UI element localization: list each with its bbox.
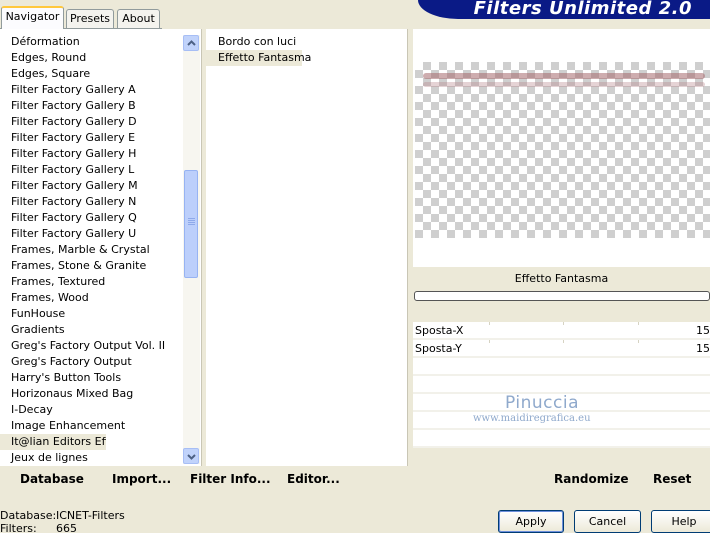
category-item[interactable]: Filter Factory Gallery H bbox=[0, 146, 182, 162]
grip-icon bbox=[188, 218, 195, 225]
param-tick bbox=[638, 340, 639, 343]
current-filter-name: Effetto Fantasma bbox=[514, 272, 609, 285]
category-item[interactable]: Filter Factory Gallery Q bbox=[0, 210, 182, 226]
tab-about[interactable]: About bbox=[117, 9, 160, 28]
category-item[interactable]: Greg's Factory Output Vol. II bbox=[0, 338, 182, 354]
import-button[interactable]: Import... bbox=[112, 472, 171, 486]
category-item[interactable]: Harry's Button Tools bbox=[0, 370, 182, 386]
status-database-value: ICNET-Filters bbox=[56, 509, 125, 522]
cancel-button[interactable]: Cancel bbox=[574, 510, 641, 533]
category-item[interactable]: Gradients bbox=[0, 322, 182, 338]
status-filters: Filters: 665 bbox=[0, 522, 77, 533]
category-item[interactable]: Filter Factory Gallery E bbox=[0, 130, 182, 146]
watermark-url: www.maidiregrafica.eu bbox=[473, 413, 591, 424]
category-item[interactable]: Image Enhancement bbox=[0, 418, 182, 434]
category-item[interactable]: Filter Factory Gallery B bbox=[0, 98, 182, 114]
category-scrollbar[interactable] bbox=[183, 35, 200, 464]
randomize-button[interactable]: Randomize bbox=[554, 472, 628, 486]
database-button[interactable]: Database bbox=[20, 472, 84, 486]
category-list: Déformation Edges, Round Edges, Square Filt… bbox=[0, 34, 182, 466]
param-tick bbox=[489, 322, 490, 325]
category-item[interactable]: Frames, Marble & Crystal bbox=[0, 242, 182, 258]
status-database: Database: ICNET-Filters bbox=[0, 509, 125, 522]
status-database-label: Database: bbox=[0, 509, 57, 522]
filter-panel: Bordo con luci Effetto Fantasma bbox=[206, 29, 408, 466]
chevron-up-icon bbox=[187, 40, 196, 46]
help-button[interactable]: Help bbox=[651, 510, 710, 533]
title-banner: Filters Unlimited 2.0 bbox=[418, 0, 710, 19]
category-item[interactable]: Edges, Square bbox=[0, 66, 182, 82]
category-item[interactable]: Horizonaus Mixed Bag bbox=[0, 386, 182, 402]
filter-list: Bordo con luci Effetto Fantasma bbox=[206, 34, 311, 66]
filter-info-button[interactable]: Filter Info... bbox=[190, 472, 271, 486]
filter-item[interactable]: Effetto Fantasma bbox=[206, 50, 311, 66]
tab-navigator[interactable]: Navigator bbox=[1, 6, 64, 29]
param-tick bbox=[563, 340, 564, 343]
apply-button[interactable]: Apply bbox=[498, 510, 564, 533]
param-row-empty bbox=[413, 376, 710, 394]
app-title: Filters Unlimited 2.0 bbox=[473, 0, 692, 19]
category-item[interactable]: Filter Factory Gallery L bbox=[0, 162, 182, 178]
preview-area bbox=[413, 29, 710, 267]
scroll-down-button[interactable] bbox=[183, 448, 199, 464]
category-item[interactable]: FunHouse bbox=[0, 306, 182, 322]
category-item[interactable]: Filter Factory Gallery N bbox=[0, 194, 182, 210]
category-item[interactable]: Frames, Wood bbox=[0, 290, 182, 306]
category-item[interactable]: It@lian Editors Effect bbox=[0, 434, 106, 450]
tab-presets[interactable]: Presets bbox=[66, 9, 114, 28]
chevron-down-icon bbox=[187, 454, 196, 460]
status-filters-label: Filters: bbox=[0, 522, 37, 533]
category-item[interactable]: Filter Factory Gallery A bbox=[0, 82, 182, 98]
scroll-thumb[interactable] bbox=[184, 170, 198, 278]
preview-effect-band bbox=[423, 73, 705, 79]
param-tick bbox=[489, 340, 490, 343]
category-item[interactable]: Filter Factory Gallery D bbox=[0, 114, 182, 130]
reset-button[interactable]: Reset bbox=[653, 472, 691, 486]
param-label: Sposta-Y bbox=[415, 342, 462, 355]
scroll-up-button[interactable] bbox=[183, 35, 199, 51]
filter-item[interactable]: Bordo con luci bbox=[206, 34, 302, 50]
category-item[interactable]: Greg's Factory Output bbox=[0, 354, 182, 370]
category-panel: Déformation Edges, Round Edges, Square Filt… bbox=[0, 29, 202, 466]
param-value: 15 bbox=[696, 342, 710, 355]
category-item[interactable]: Edges, Round bbox=[0, 50, 182, 66]
param-value: 15 bbox=[696, 324, 710, 337]
progress-bar bbox=[414, 291, 710, 301]
category-item[interactable]: Filter Factory Gallery U bbox=[0, 226, 182, 242]
status-filters-value: 665 bbox=[56, 522, 77, 533]
editor-button[interactable]: Editor... bbox=[287, 472, 340, 486]
param-row[interactable]: Sposta-Y 15 bbox=[413, 340, 710, 358]
category-item[interactable]: Frames, Textured bbox=[0, 274, 182, 290]
preview-ghost-band bbox=[423, 82, 705, 87]
category-item[interactable]: Déformation bbox=[0, 34, 182, 50]
category-item[interactable]: Frames, Stone & Granite bbox=[0, 258, 182, 274]
preview-image bbox=[415, 62, 710, 238]
watermark-name: Pinuccia bbox=[505, 393, 579, 413]
param-row[interactable]: Sposta-X 15 bbox=[413, 322, 710, 340]
param-tick bbox=[563, 322, 564, 325]
param-row-empty bbox=[413, 358, 710, 376]
param-label: Sposta-X bbox=[415, 324, 464, 337]
category-item[interactable]: Filter Factory Gallery M bbox=[0, 178, 182, 194]
param-row-empty bbox=[413, 430, 710, 448]
param-tick bbox=[638, 322, 639, 325]
category-item[interactable]: Jeux de lignes bbox=[0, 450, 182, 466]
category-item[interactable]: I-Decay bbox=[0, 402, 182, 418]
